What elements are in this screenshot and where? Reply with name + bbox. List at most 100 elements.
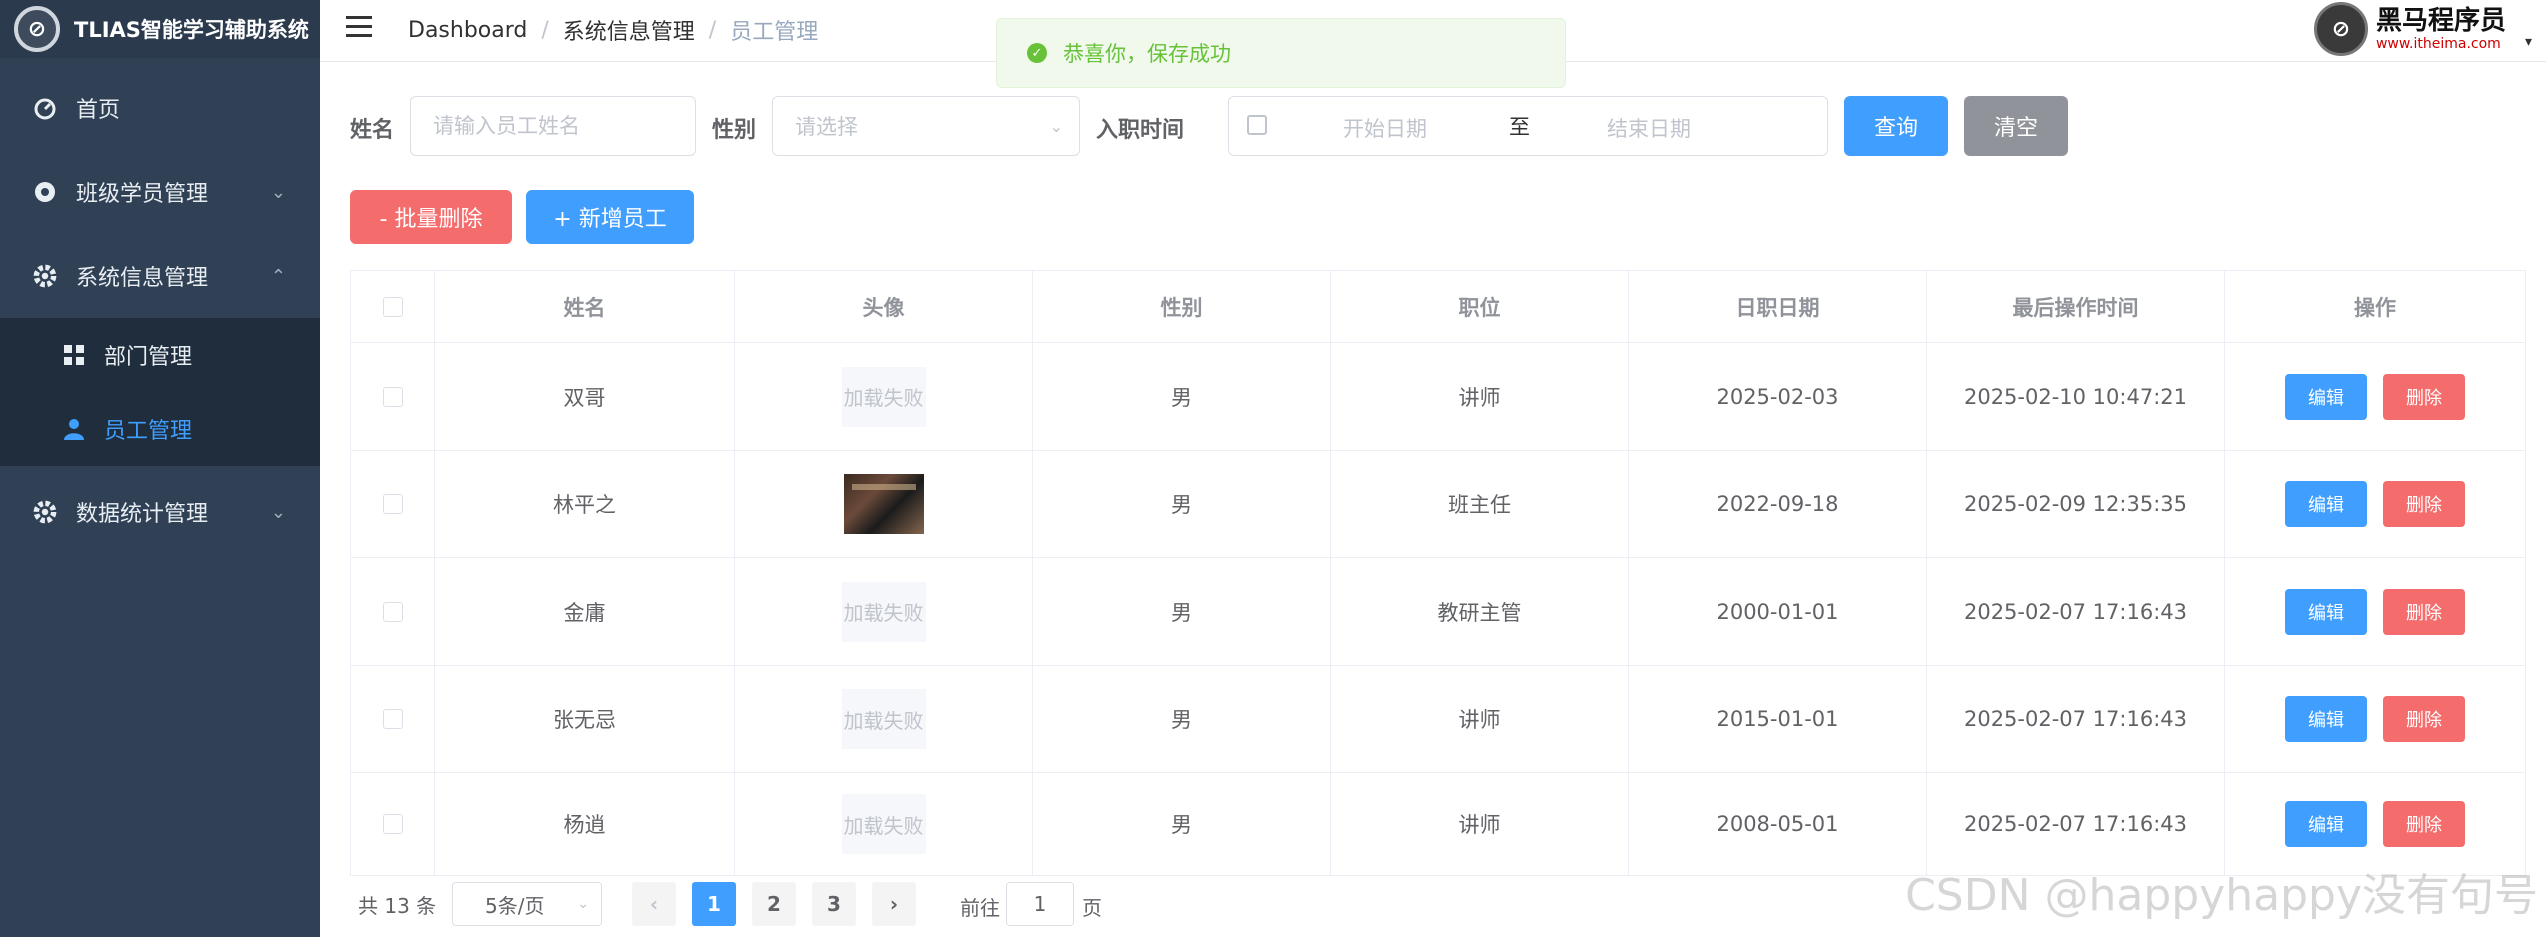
- aperture-icon: [32, 179, 58, 205]
- sidebar: ⊘ TLIAS智能学习辅助系统 首页 班级学员管理 ⌄ 系统信息管理 ⌃ 部门管…: [0, 0, 320, 937]
- page-size-select[interactable]: 5条/页 ⌄: [452, 882, 602, 926]
- cell-job: 讲师: [1331, 343, 1629, 450]
- delete-button[interactable]: 删除: [2383, 373, 2465, 420]
- caret-down-icon: ▾: [2524, 34, 2532, 50]
- name-input[interactable]: [410, 96, 696, 156]
- cell-job: 教研主管: [1331, 558, 1629, 665]
- gender-label: 性别: [712, 118, 757, 143]
- delete-button[interactable]: 删除: [2383, 696, 2465, 742]
- cell-entry-date: 2000-01-01: [1629, 558, 1927, 665]
- column-header-entry-date: 日职日期: [1629, 271, 1927, 342]
- gender-select[interactable]: 请选择 ⌄: [772, 96, 1080, 156]
- cell-gender: 男: [1033, 451, 1331, 557]
- app-title: TLIAS智能学习辅助系统: [74, 18, 309, 42]
- calendar-icon: [1247, 115, 1267, 135]
- sidebar-item-departments[interactable]: 部门管理: [0, 318, 320, 392]
- column-header-job: 职位: [1331, 271, 1629, 342]
- goto-page-input[interactable]: [1006, 882, 1074, 926]
- cell-entry-date: 2015-01-01: [1629, 666, 1927, 772]
- avatar-placeholder: 加载失败: [841, 366, 926, 427]
- sidebar-item-home[interactable]: 首页: [0, 66, 320, 150]
- row-checkbox[interactable]: [382, 814, 403, 834]
- column-header-gender: 性别: [1033, 271, 1331, 342]
- prev-page-button[interactable]: ‹: [632, 882, 676, 926]
- sidebar-item-label: 数据统计管理: [76, 502, 209, 527]
- sidebar-item-class-students[interactable]: 班级学员管理 ⌄: [0, 150, 320, 234]
- edit-button[interactable]: 编辑: [2285, 696, 2367, 742]
- brand-menu[interactable]: ⊘ 黑马程序员 www.itheima.com ▾: [2313, 2, 2532, 56]
- avatar-placeholder: 加载失败: [841, 689, 926, 749]
- column-header-avatar: 头像: [735, 271, 1033, 342]
- page-button-1[interactable]: 1: [692, 882, 736, 926]
- cell-job: 班主任: [1331, 451, 1629, 557]
- hamburger-icon[interactable]: [346, 16, 372, 38]
- sidebar-item-label: 首页: [76, 98, 121, 123]
- row-checkbox[interactable]: [382, 386, 403, 407]
- table-row: 金庸 加载失败 男 教研主管 2000-01-01 2025-02-07 17:…: [351, 558, 2525, 666]
- chevron-up-icon: ⌃: [270, 265, 286, 287]
- entry-date-label: 入职时间: [1096, 118, 1185, 143]
- cell-gender: 男: [1033, 343, 1331, 450]
- cell-name: 林平之: [435, 451, 735, 557]
- logo-icon: ⊘: [14, 6, 60, 52]
- table-header-row: 姓名 头像 性别 职位 日职日期 最后操作时间 操作: [351, 271, 2525, 343]
- sidebar-item-label: 班级学员管理: [76, 182, 209, 207]
- table-row: 双哥 加载失败 男 讲师 2025-02-03 2025-02-10 10:47…: [351, 343, 2525, 451]
- cell-update-time: 2025-02-07 17:16:43: [1927, 558, 2225, 665]
- end-date-input[interactable]: 结束日期: [1607, 113, 1691, 143]
- column-header-name: 姓名: [435, 271, 735, 342]
- chevron-down-icon: ⌄: [1049, 116, 1063, 136]
- breadcrumb-item-current: 员工管理: [730, 20, 819, 45]
- toast-message: 恭喜你，保存成功: [1063, 42, 1231, 66]
- row-checkbox[interactable]: [382, 494, 403, 514]
- sidebar-item-employees[interactable]: 员工管理: [0, 392, 320, 466]
- edit-button[interactable]: 编辑: [2285, 373, 2367, 420]
- watermark: CSDN @happyhappy没有句号: [1905, 870, 2538, 921]
- cell-name: 金庸: [435, 558, 735, 665]
- user-icon: [62, 417, 86, 441]
- brand-logo-icon: ⊘: [2313, 2, 2368, 56]
- page-button-2[interactable]: 2: [752, 882, 796, 926]
- table-row: 林平之 男 班主任 2022-09-18 2025-02-09 12:35:35…: [351, 451, 2525, 558]
- breadcrumb: Dashboard / 系统信息管理 / 员工管理: [408, 14, 818, 46]
- sidebar-item-statistics[interactable]: 数据统计管理 ⌄: [0, 470, 320, 554]
- edit-button[interactable]: 编辑: [2285, 801, 2367, 847]
- row-checkbox[interactable]: [382, 709, 403, 729]
- range-separator: 至: [1509, 115, 1530, 139]
- page-size-value: 5条/页: [485, 893, 545, 918]
- row-checkbox[interactable]: [382, 601, 403, 622]
- sidebar-item-system-info[interactable]: 系统信息管理 ⌃: [0, 234, 320, 318]
- sidebar-item-label: 员工管理: [104, 419, 193, 444]
- cell-gender: 男: [1033, 773, 1331, 875]
- check-circle-icon: ✓: [1027, 43, 1047, 63]
- batch-delete-button[interactable]: - 批量删除: [350, 190, 512, 244]
- gender-select-placeholder: 请选择: [795, 115, 858, 139]
- grid-icon: [62, 343, 86, 367]
- logo: ⊘ TLIAS智能学习辅助系统: [0, 0, 320, 58]
- entry-date-range[interactable]: 开始日期 至 结束日期: [1228, 96, 1828, 156]
- submenu-system-info: 部门管理 员工管理: [0, 318, 320, 466]
- avatar-placeholder: 加载失败: [841, 581, 926, 642]
- cell-job: 讲师: [1331, 773, 1629, 875]
- edit-button[interactable]: 编辑: [2285, 588, 2367, 635]
- delete-button[interactable]: 删除: [2383, 481, 2465, 527]
- sidebar-item-label: 系统信息管理: [76, 266, 209, 291]
- select-all-checkbox[interactable]: [382, 296, 403, 317]
- delete-button[interactable]: 删除: [2383, 801, 2465, 847]
- query-button[interactable]: 查询: [1844, 96, 1948, 156]
- next-page-button[interactable]: ›: [872, 882, 916, 926]
- breadcrumb-item-dashboard[interactable]: Dashboard: [408, 18, 527, 43]
- gear-icon: [32, 499, 58, 525]
- add-employee-button[interactable]: + 新增员工: [526, 190, 694, 244]
- edit-button[interactable]: 编辑: [2285, 481, 2367, 527]
- cell-entry-date: 2022-09-18: [1629, 451, 1927, 557]
- page-button-3[interactable]: 3: [812, 882, 856, 926]
- delete-button[interactable]: 删除: [2383, 588, 2465, 635]
- cell-update-time: 2025-02-09 12:35:35: [1927, 451, 2225, 557]
- brand-url: www.itheima.com: [2375, 36, 2501, 52]
- name-label: 姓名: [350, 118, 395, 143]
- clear-button[interactable]: 清空: [1964, 96, 2068, 156]
- start-date-input[interactable]: 开始日期: [1343, 113, 1427, 143]
- cell-gender: 男: [1033, 666, 1331, 772]
- cell-update-time: 2025-02-10 10:47:21: [1927, 343, 2225, 450]
